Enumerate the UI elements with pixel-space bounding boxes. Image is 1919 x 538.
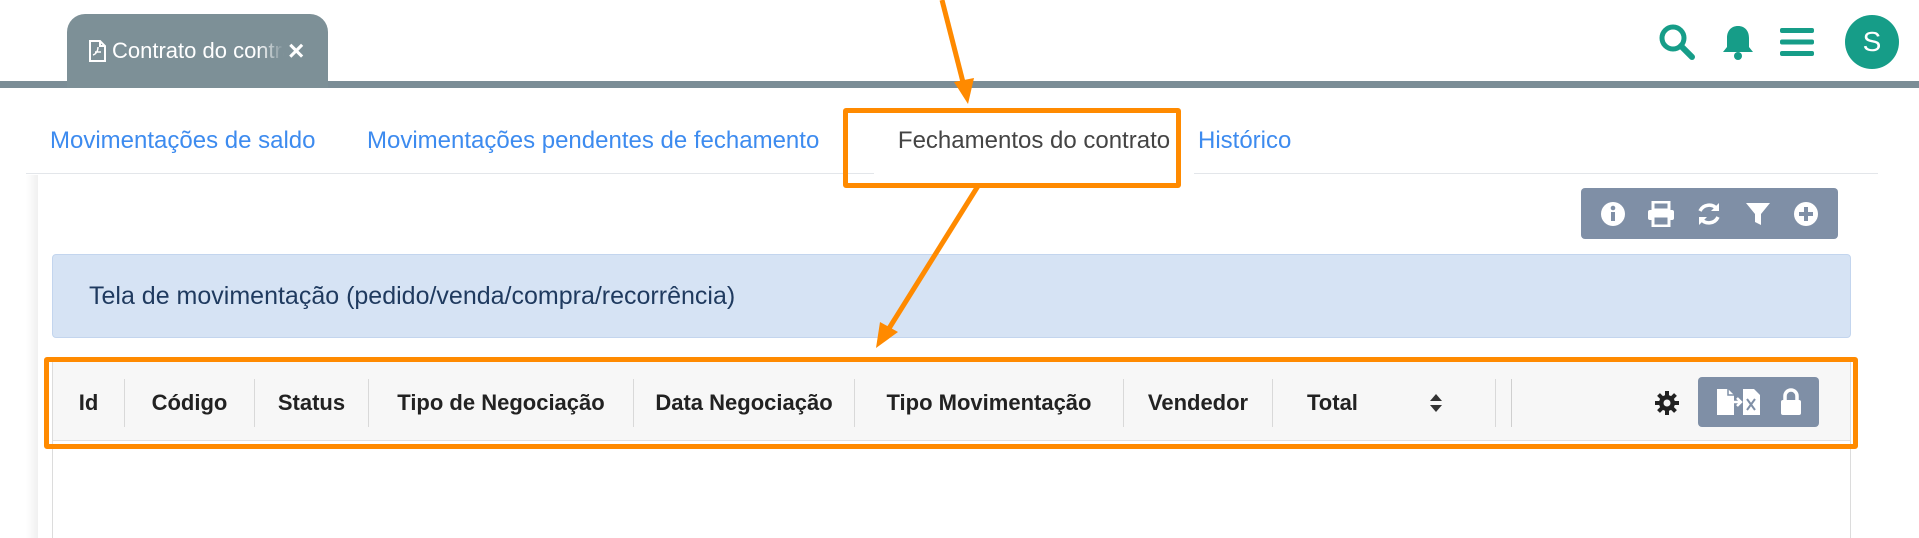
column-spacer [1496, 379, 1512, 427]
card-edge [26, 175, 38, 538]
column-header-vendedor[interactable]: Vendedor [1124, 379, 1273, 427]
lock-icon[interactable] [1780, 385, 1802, 419]
column-header-total-label: Total [1307, 390, 1358, 415]
close-tab-icon[interactable]: × [288, 37, 304, 65]
printer-icon[interactable] [1644, 197, 1678, 231]
document-tab-title: Contrato do contrato [112, 38, 284, 63]
search-icon[interactable] [1657, 22, 1697, 62]
column-header-status[interactable]: Status [255, 379, 369, 427]
column-header-tipo-movimentacao[interactable]: Tipo Movimentação [855, 379, 1124, 427]
export-excel-icon[interactable] [1715, 385, 1763, 419]
user-avatar[interactable]: S [1845, 15, 1899, 69]
info-icon[interactable] [1596, 197, 1630, 231]
top-bar: Contrato do contrato × S [0, 0, 1919, 88]
list-toolbar [1581, 188, 1838, 239]
file-pdf-icon [89, 40, 106, 62]
column-header-total[interactable]: Total [1273, 379, 1496, 427]
gear-icon[interactable] [1655, 391, 1681, 417]
column-header-codigo[interactable]: Código [125, 379, 255, 427]
closings-table: Id Código Status Tipo de Negociação Data… [52, 358, 1851, 538]
contract-tabs: Movimentações de saldo Movimentações pen… [26, 108, 1878, 174]
table-actions [1698, 377, 1819, 427]
filter-icon[interactable] [1741, 197, 1775, 231]
table-header: Id Código Status Tipo de Negociação Data… [53, 359, 1850, 441]
tab-movimentacoes-saldo[interactable]: Movimentações de saldo [50, 108, 315, 174]
column-header-id[interactable]: Id [53, 379, 125, 427]
info-banner: Tela de movimentação (pedido/venda/compr… [52, 254, 1851, 338]
column-header-data-negociacao[interactable]: Data Negociação [634, 379, 855, 427]
refresh-icon[interactable] [1692, 197, 1726, 231]
tab-historico[interactable]: Histórico [1198, 108, 1291, 174]
plus-circle-icon[interactable] [1789, 197, 1823, 231]
tab-fechamentos-contrato[interactable]: Fechamentos do contrato [874, 108, 1194, 174]
bell-icon[interactable] [1719, 22, 1757, 62]
sort-icon[interactable] [1429, 393, 1443, 419]
column-header-tipo-negociacao[interactable]: Tipo de Negociação [369, 379, 634, 427]
top-actions: S [1657, 15, 1899, 69]
document-tab[interactable]: Contrato do contrato × [67, 14, 328, 88]
hamburger-menu-icon[interactable] [1779, 24, 1815, 60]
info-banner-text: Tela de movimentação (pedido/venda/compr… [89, 281, 736, 310]
tab-movimentacoes-pendentes[interactable]: Movimentações pendentes de fechamento [367, 108, 819, 174]
